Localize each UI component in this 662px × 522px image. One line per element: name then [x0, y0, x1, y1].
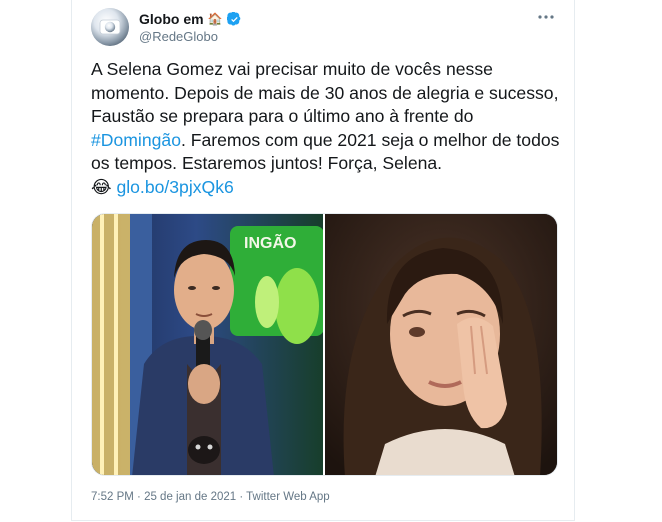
- tweet-footer: 7:52 PM · 25 de jan de 2021 · Twitter We…: [91, 491, 330, 503]
- photo-man-microphone[interactable]: INGÃO: [92, 214, 323, 475]
- tweet-source[interactable]: Twitter Web App: [246, 491, 330, 503]
- tweet-card: Globo em 🏠 @RedeGlobo A Selena Gomez vai…: [71, 0, 575, 521]
- footer-separator: ·: [236, 491, 247, 503]
- photo-right-illustration: [325, 214, 557, 475]
- footer-separator: ·: [133, 491, 145, 503]
- laughing-emoji-icon: 😂: [91, 176, 112, 197]
- short-url-link[interactable]: glo.bo/3pjxQk6: [116, 177, 233, 197]
- more-options-icon[interactable]: [536, 10, 556, 24]
- author-name-row[interactable]: Globo em 🏠: [139, 10, 242, 28]
- profile-avatar[interactable]: [91, 8, 129, 46]
- photo-left-illustration: INGÃO: [92, 214, 323, 475]
- globo-logo-icon: [91, 8, 129, 46]
- house-emoji-icon: 🏠: [207, 12, 223, 26]
- tweet-header: Globo em 🏠 @RedeGlobo: [139, 10, 242, 44]
- tweet-body: A Selena Gomez vai precisar muito de voc…: [91, 58, 561, 200]
- verified-badge-icon: [226, 11, 240, 26]
- tweet-date[interactable]: 25 de jan de 2021: [144, 491, 236, 503]
- author-handle[interactable]: @RedeGlobo: [139, 29, 242, 44]
- author-name[interactable]: Globo em: [139, 11, 204, 27]
- tweet-text-part1: A Selena Gomez vai precisar muito de voc…: [91, 59, 564, 127]
- tweet-media: INGÃO: [91, 213, 558, 476]
- stage-sign-text: INGÃO: [244, 232, 296, 252]
- tweet-time[interactable]: 7:52 PM: [91, 491, 134, 503]
- photo-woman-crying[interactable]: [325, 214, 557, 475]
- hashtag-link[interactable]: #Domingão: [91, 130, 181, 150]
